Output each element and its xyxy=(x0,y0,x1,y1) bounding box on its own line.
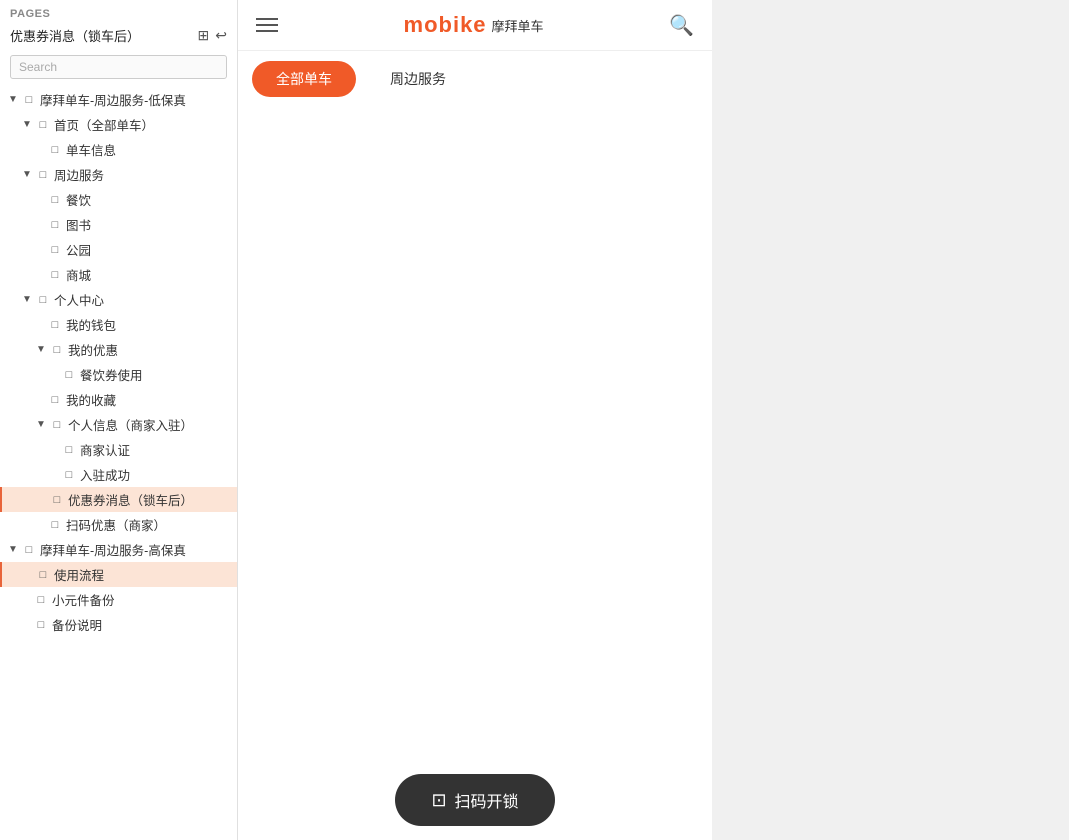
scan-unlock-button[interactable]: ⊡ 扫码开锁 xyxy=(395,774,554,826)
item-label-coupon-use: 餐饮券使用 xyxy=(80,365,143,384)
tab-nearby-service[interactable]: 周边服务 xyxy=(366,61,470,97)
item-label-coupon-msg: 优惠券消息（锁车后） xyxy=(68,490,193,509)
item-icon-my-coupons: □ xyxy=(50,344,64,356)
item-label-food: 餐饮 xyxy=(66,190,91,209)
toggle-nearby[interactable]: ▼ xyxy=(20,169,34,180)
sidebar-title: 优惠券消息（锁车后） xyxy=(10,26,140,45)
hamburger-menu[interactable] xyxy=(256,18,278,32)
item-label-flow: 使用流程 xyxy=(54,565,104,584)
sidebar: PAGES 优惠券消息（锁车后） ⊞ ↩ ▼□摩拜单车-周边服务-低保真▼□首页… xyxy=(0,0,238,840)
item-icon-backup: □ xyxy=(34,594,48,606)
toggle-my-coupons[interactable]: ▼ xyxy=(34,344,48,355)
item-label-merchant-verify: 商家认证 xyxy=(80,440,130,459)
search-icon-top[interactable]: 🔍 xyxy=(669,13,694,38)
item-label-root2: 摩拜单车-周边服务-高保真 xyxy=(40,540,186,559)
tree-item-personal[interactable]: ▼□ 个人中心 xyxy=(0,287,237,312)
scan-label: 扫码开锁 xyxy=(455,788,519,812)
item-label-merchant-success: 入驻成功 xyxy=(80,465,130,484)
item-icon-books: □ xyxy=(48,219,62,231)
item-icon-backup-desc: □ xyxy=(34,619,48,631)
item-icon-root2: □ xyxy=(22,544,36,556)
toggle-personal-info[interactable]: ▼ xyxy=(34,419,48,430)
item-icon-personal: □ xyxy=(36,294,50,306)
tab-bar: 全部单车 周边服务 xyxy=(238,51,712,107)
item-icon-favorites: □ xyxy=(48,394,62,406)
tree-item-wallet[interactable]: □ 我的钱包 xyxy=(0,312,237,337)
item-icon-coupon-msg: □ xyxy=(50,494,64,506)
toggle-home[interactable]: ▼ xyxy=(20,119,34,130)
item-label-backup-desc: 备份说明 xyxy=(52,615,102,634)
item-label-my-coupons: 我的优惠 xyxy=(68,340,118,359)
pages-label: PAGES xyxy=(10,8,227,20)
toggle-personal[interactable]: ▼ xyxy=(20,294,34,305)
item-icon-mall: □ xyxy=(48,269,62,281)
tab-all-bikes[interactable]: 全部单车 xyxy=(252,61,356,97)
item-label-nearby: 周边服务 xyxy=(54,165,104,184)
item-icon-personal-info: □ xyxy=(50,419,64,431)
item-label-books: 图书 xyxy=(66,215,91,234)
item-icon-root1: □ xyxy=(22,94,36,106)
toggle-root1[interactable]: ▼ xyxy=(6,94,20,105)
save-icon[interactable]: ⊞ xyxy=(198,27,210,44)
scan-icon: ⊡ xyxy=(431,790,446,811)
toggle-root2[interactable]: ▼ xyxy=(6,544,20,555)
tree-item-mall[interactable]: □ 商城 xyxy=(0,262,237,287)
item-icon-park: □ xyxy=(48,244,62,256)
tree-item-nearby[interactable]: ▼□ 周边服务 xyxy=(0,162,237,187)
tree-item-flow[interactable]: □ 使用流程 xyxy=(0,562,237,587)
logo-text: mobike xyxy=(404,12,487,38)
item-label-home: 首页（全部单车） xyxy=(54,115,154,134)
item-icon-bike-info: □ xyxy=(48,144,62,156)
phone-frame: mobike 摩拜单车 🔍 全部单车 周边服务 北环大道辅路 景新花园 景丽花园 xyxy=(238,0,712,840)
tree-item-home[interactable]: ▼□ 首页（全部单车） xyxy=(0,112,237,137)
item-label-park: 公园 xyxy=(66,240,91,259)
item-label-root1: 摩拜单车-周边服务-低保真 xyxy=(40,90,186,109)
item-icon-nearby: □ xyxy=(36,169,50,181)
item-icon-home: □ xyxy=(36,119,50,131)
item-icon-wallet: □ xyxy=(48,319,62,331)
tree-item-favorites[interactable]: □ 我的收藏 xyxy=(0,387,237,412)
page-tree: ▼□摩拜单车-周边服务-低保真▼□首页（全部单车）□单车信息▼□周边服务□餐饮□… xyxy=(0,85,237,840)
logo-cn: 摩拜单车 xyxy=(492,16,544,35)
item-icon-food: □ xyxy=(48,194,62,206)
item-label-wallet: 我的钱包 xyxy=(66,315,116,334)
item-icon-flow: □ xyxy=(36,569,50,581)
search-input[interactable] xyxy=(10,55,227,79)
item-icon-merchant-verify: □ xyxy=(62,444,76,456)
tree-item-personal-info[interactable]: ▼□ 个人信息（商家入驻） xyxy=(0,412,237,437)
tree-item-root1[interactable]: ▼□ 摩拜单车-周边服务-低保真 xyxy=(0,87,237,112)
item-icon-coupon-use: □ xyxy=(62,369,76,381)
back-icon[interactable]: ↩ xyxy=(215,27,227,44)
item-label-mall: 商城 xyxy=(66,265,91,284)
main-content: mobike 摩拜单车 🔍 全部单车 周边服务 北环大道辅路 景新花园 景丽花园 xyxy=(238,0,1069,840)
item-label-scan-coupon: 扫码优惠（商家） xyxy=(66,515,166,534)
tree-item-my-coupons[interactable]: ▼□ 我的优惠 xyxy=(0,337,237,362)
item-label-personal: 个人中心 xyxy=(54,290,104,309)
item-icon-merchant-success: □ xyxy=(62,469,76,481)
bottom-bar: ⊡ 扫码开锁 xyxy=(238,760,712,840)
tree-item-scan-coupon[interactable]: □ 扫码优惠（商家） xyxy=(0,512,237,537)
tree-item-merchant-success[interactable]: □ 入驻成功 xyxy=(0,462,237,487)
tree-item-root2[interactable]: ▼□ 摩拜单车-周边服务-高保真 xyxy=(0,537,237,562)
tree-item-books[interactable]: □ 图书 xyxy=(0,212,237,237)
tree-item-backup-desc[interactable]: □ 备份说明 xyxy=(0,612,237,637)
item-label-bike-info: 单车信息 xyxy=(66,140,116,159)
item-label-backup: 小元件备份 xyxy=(52,590,115,609)
item-label-personal-info: 个人信息（商家入驻） xyxy=(68,415,193,434)
tree-item-food[interactable]: □ 餐饮 xyxy=(0,187,237,212)
tree-item-merchant-verify[interactable]: □ 商家认证 xyxy=(0,437,237,462)
tree-item-bike-info[interactable]: □ 单车信息 xyxy=(0,137,237,162)
tree-item-park[interactable]: □ 公园 xyxy=(0,237,237,262)
item-label-favorites: 我的收藏 xyxy=(66,390,116,409)
tree-item-backup[interactable]: □ 小元件备份 xyxy=(0,587,237,612)
top-bar: mobike 摩拜单车 🔍 xyxy=(238,0,712,51)
tree-item-coupon-msg[interactable]: □ 优惠券消息（锁车后） xyxy=(0,487,237,512)
item-icon-scan-coupon: □ xyxy=(48,519,62,531)
tree-item-coupon-use[interactable]: □ 餐饮券使用 xyxy=(0,362,237,387)
